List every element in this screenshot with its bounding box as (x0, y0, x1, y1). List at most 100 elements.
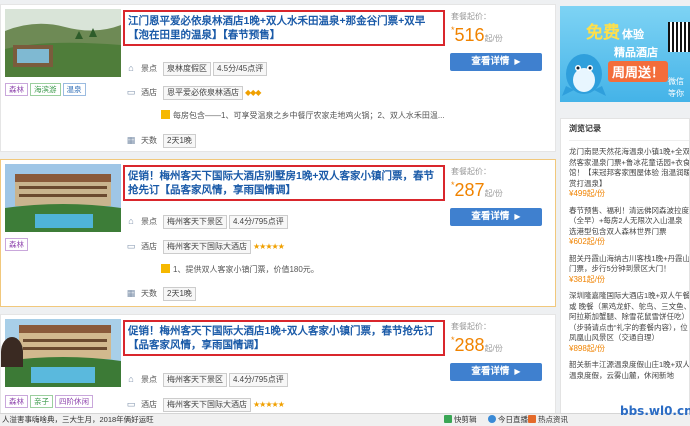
history-item[interactable]: 韶关丹霞山海纳古川客栈1晚+丹霞山 门票，步行5分钟到景区大门！ ¥381起/份 (569, 254, 689, 286)
hotel-row: ▭ 酒店 梅州客天下国际大酒店 ★★★★★ (125, 397, 285, 412)
history-title: 浏览记录 (569, 123, 689, 141)
hot-news-button[interactable]: 热点资讯 (528, 414, 568, 426)
history-item-line: 阿拉斯加蟹腿、除雪花鼠雪饼任吃） (569, 312, 689, 321)
quick-edit-button[interactable]: 快剪辑 (444, 414, 477, 426)
scenic-name[interactable]: 梅州客天下景区 (163, 215, 227, 229)
play-icon (444, 415, 452, 423)
history-item-price: ¥381起/份 (569, 274, 606, 284)
tag-leisure[interactable]: 四阶休闲 (55, 395, 93, 408)
history-item-line: （全早）+每房2人无限次入山温泉 (569, 216, 683, 225)
tag-list: 森林 (5, 238, 30, 251)
scenic-name[interactable]: 泉林度假区 (163, 62, 211, 76)
hotel-row: ▭ 酒店 恩平爱必依泉林酒店 ◆◆◆ (125, 85, 262, 100)
scenic-icon: ⌂ (128, 63, 134, 73)
bed-icon: ▭ (126, 399, 136, 409)
arrow-right-icon: ▶ (514, 367, 521, 376)
view-details-button[interactable]: 查看详情 ▶ (450, 53, 542, 71)
price-area: 套餐起价： *516起/份 (451, 11, 551, 46)
package-title[interactable]: 江门恩平爱必依泉林酒店1晚+双人水禾田温泉+那金谷门票+双早【泡在田里的温泉】【… (128, 14, 440, 42)
tag-forest[interactable]: 森林 (5, 83, 28, 96)
package-title-highlight[interactable]: 促销！梅州客天下国际大酒店1晚+双人客家小镇门票，春节抢先订【品客家风情，享雨国… (123, 320, 445, 356)
bottom-status-bar: 人溢害事嗨啥典，三大生月，2018年俩好运旺 快剪辑 今日直播 热点资讯 (0, 413, 690, 426)
calendar-icon: ▦ (126, 288, 136, 298)
live-icon (488, 415, 496, 423)
hotel-rating-stars: ★★★★★ (253, 400, 285, 409)
scenic-row: ⌂ 景点 泉林度假区 4.5分/45点评 (125, 61, 269, 76)
price-unit: 起/份 (484, 34, 503, 43)
package-title[interactable]: 促销！梅州客天下国际大酒店别墅房1晚+双人客家小镇门票，春节抢先订【品客家风情，… (128, 169, 440, 197)
hotel-label: 酒店 (141, 242, 157, 251)
history-item[interactable]: 韶关新丰江源温泉度假山庄1晚+双人 温泉度假，云雾山麓，休闲新地 (569, 360, 689, 381)
promo-free: 免费 体验 (586, 18, 644, 43)
hotel-name[interactable]: 梅州客天下国际大酒店 (163, 240, 251, 254)
view-details-label: 查看详情 (471, 366, 510, 377)
info-icon (161, 110, 170, 119)
days-label: 天数 (141, 136, 157, 145)
history-item-price: ¥898起/份 (569, 343, 606, 353)
price: *287起/份 (451, 180, 503, 200)
promo-wechat-line2: 等你 (668, 89, 684, 98)
calendar-icon: ▦ (126, 135, 136, 145)
browse-history: 浏览记录 龙门南昆天然花海温泉小镇1晚+全双早+ 然客家温泉门票+鲁冰花童话园+… (560, 118, 690, 426)
quick-edit-label: 快剪辑 (454, 415, 477, 424)
history-item[interactable]: 春节预售、福利！清远佛冈森波拉度 （全早）+每房2人无限次入山温泉 选港型包含双… (569, 206, 689, 248)
package-title[interactable]: 促销！梅州客天下国际大酒店1晚+双人客家小镇门票，春节抢先订【品客家风情，享雨国… (128, 324, 440, 352)
bed-icon: ▭ (126, 241, 136, 251)
history-item[interactable]: 龙门南昆天然花海温泉小镇1晚+全双早+ 然客家温泉门票+鲁冰花童话园+衣食 馆！… (569, 147, 689, 200)
promo-free-suffix: 体验 (622, 29, 644, 41)
history-item-line: 韶关新丰江源温泉度假山庄1晚+双人 (569, 360, 689, 369)
package-thumbnail[interactable] (5, 164, 121, 232)
view-details-button[interactable]: 查看详情 ▶ (450, 208, 542, 226)
bed-icon: ▭ (126, 87, 136, 97)
scenic-score[interactable]: 4.4分/795点评 (229, 215, 288, 229)
package-note: 1、提供双人客家小镇门票，价值180元。 (161, 264, 319, 275)
hotel-name[interactable]: 梅州客天下国际大酒店 (163, 398, 251, 412)
promo-line2: 精品酒店 (614, 47, 658, 59)
avatar (1, 337, 23, 367)
view-details-label: 查看详情 (471, 211, 510, 222)
days-label: 天数 (141, 289, 157, 298)
tag-list: 森林 海滨游 温泉 (5, 83, 88, 96)
scenic-name[interactable]: 梅州客天下景区 (163, 373, 227, 387)
scenic-label: 景点 (141, 375, 157, 384)
history-item-line: 春节预售、福利！清远佛冈森波拉度 (569, 205, 689, 215)
view-details-button[interactable]: 查看详情 ▶ (450, 363, 542, 381)
tag-forest[interactable]: 森林 (5, 395, 28, 408)
tag-forest[interactable]: 森林 (5, 238, 28, 251)
scenic-row: ⌂ 景点 梅州客天下景区 4.4分/795点评 (125, 372, 290, 387)
tag-list: 森林 亲子 四阶休闲 (5, 395, 95, 408)
tag-seaside[interactable]: 海滨游 (30, 83, 61, 96)
history-item[interactable]: 深圳隆嘉隆国际大酒店1晚+双人午餐 或 晚餐（黑鸡龙虾、鸵鸟、三文鱼、 阿拉斯加… (569, 291, 689, 354)
package-card: 促销！梅州客天下国际大酒店别墅房1晚+双人客家小镇门票，春节抢先订【品客家风情，… (0, 159, 556, 307)
package-thumbnail[interactable] (5, 9, 121, 77)
dolphin-mascot-icon (562, 54, 606, 96)
history-item-line: （步骑请点击“礼字的套餐内容），位 (569, 322, 688, 332)
hotel-label: 酒店 (141, 88, 157, 97)
history-item-line: 龙门南昆天然花海温泉小镇1晚+全双早+ (569, 147, 689, 156)
news-marquee[interactable]: 人溢害事嗨啥典，三大生月，2018年俩好运旺 (2, 414, 154, 426)
price: *288起/份 (451, 335, 503, 355)
scenic-row: ⌂ 景点 梅州客天下景区 4.4分/795点评 (125, 214, 290, 229)
tag-hotspring[interactable]: 温泉 (62, 83, 86, 96)
package-note: 每房包含——1、可享受温泉之乡中餐厅农家走地鸡火锅；2、双人水禾田温... (161, 110, 445, 121)
hotel-name[interactable]: 恩平爱必依泉林酒店 (163, 86, 243, 100)
tag-family[interactable]: 亲子 (30, 395, 53, 408)
package-card: 促销！梅州客天下国际大酒店1晚+双人客家小镇门票，春节抢先订【品客家风情，享雨国… (0, 314, 556, 424)
scenic-score[interactable]: 4.4分/795点评 (229, 373, 288, 387)
scenic-icon: ⌂ (128, 374, 134, 384)
package-note-text: 1、提供双人客家小镇门票，价值180元。 (173, 265, 319, 274)
price-value: 287 (454, 180, 485, 200)
price-unit: 起/份 (484, 344, 503, 353)
package-title-highlight[interactable]: 江门恩平爱必依泉林酒店1晚+双人水禾田温泉+那金谷门票+双早【泡在田里的温泉】【… (123, 10, 445, 46)
live-button[interactable]: 今日直播 (488, 414, 528, 426)
history-item-line: 或 晚餐（黑鸡龙虾、鸵鸟、三文鱼、 (569, 301, 689, 311)
hotel-rating-stars: ★★★★★ (253, 242, 285, 251)
package-title-highlight[interactable]: 促销！梅州客天下国际大酒店别墅房1晚+双人客家小镇门票，春节抢先订【品客家风情，… (123, 165, 445, 201)
history-item-line: 选港型包含双人森林世界门票 (569, 226, 667, 236)
package-card: 江门恩平爱必依泉林酒店1晚+双人水禾田温泉+那金谷门票+双早【泡在田里的温泉】【… (0, 4, 556, 152)
history-item-line: 赏打温泉】 (569, 178, 607, 188)
promo-banner[interactable]: 免费 体验 精品酒店 周周送！ 微信 等你 (560, 6, 690, 102)
history-item-line: 然客家温泉门票+鲁冰花童话园+衣食 (569, 157, 689, 167)
days-row: ▦ 天数 2天1晚 (125, 286, 198, 301)
scenic-score[interactable]: 4.5分/45点评 (213, 62, 268, 76)
